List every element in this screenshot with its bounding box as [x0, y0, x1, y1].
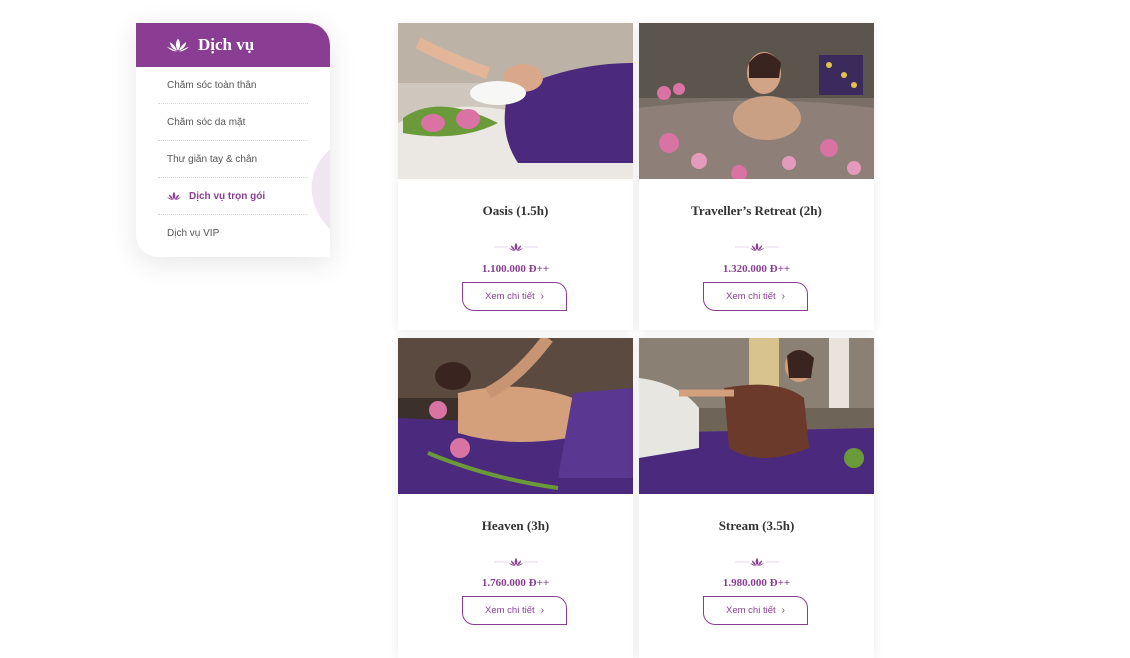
lotus-icon	[167, 191, 181, 201]
view-details-button[interactable]: Xem chi tiết ›	[703, 596, 808, 625]
sidebar-menu: Chăm sóc toàn thân Chăm sóc da mặt Thư g…	[136, 67, 330, 251]
service-price: 1.760.000 Đ++	[481, 577, 550, 589]
lotus-divider-icon	[493, 557, 538, 567]
service-title: Oasis (1.5h)	[482, 203, 549, 218]
service-title: Traveller’s Retreat (2h)	[691, 203, 822, 218]
sidebar-item-hand-foot-relax[interactable]: Thư giãn tay & chân	[158, 141, 308, 178]
sidebar-item-label: Chăm sóc da mặt	[167, 116, 246, 128]
sidebar-item-label: Dịch vụ trọn gói	[189, 190, 266, 202]
service-card: Heaven (3h) 1.760.000 Đ++ Xem chi tiết ›	[398, 338, 633, 658]
button-label: Xem chi tiết	[726, 605, 776, 616]
chevron-right-icon: ›	[781, 605, 785, 616]
button-label: Xem chi tiết	[726, 291, 776, 302]
sidebar-header: Dịch vụ	[136, 23, 330, 67]
view-details-button[interactable]: Xem chi tiết ›	[703, 282, 808, 311]
service-card: Stream (3.5h) 1.980.000 Đ++ Xem chi tiết…	[639, 338, 874, 658]
chevron-right-icon: ›	[781, 291, 785, 302]
sidebar-item-label: Dịch vụ VIP	[167, 227, 220, 239]
flower-bath-photo	[639, 23, 874, 179]
service-card: Traveller’s Retreat (2h) 1.320.000 Đ++ X…	[639, 23, 874, 330]
lotus-icon	[167, 37, 189, 53]
sidebar-title: Dịch vụ	[198, 35, 255, 54]
lotus-divider-icon	[734, 557, 779, 567]
chevron-right-icon: ›	[540, 605, 544, 616]
button-label: Xem chi tiết	[485, 291, 535, 302]
service-card: Oasis (1.5h) 1.100.000 Đ++ Xem chi tiết ›	[398, 23, 633, 330]
service-price: 1.980.000 Đ++	[722, 577, 791, 589]
chevron-right-icon: ›	[540, 291, 544, 302]
sidebar-item-full-body-care[interactable]: Chăm sóc toàn thân	[158, 67, 308, 104]
thai-stretch-photo	[639, 338, 874, 494]
service-price: 1.100.000 Đ++	[481, 263, 550, 275]
sidebar-item-label: Chăm sóc toàn thân	[167, 79, 257, 91]
sidebar-item-vip-services[interactable]: Dịch vụ VIP	[158, 215, 308, 251]
back-massage-photo	[398, 338, 633, 494]
sidebar-item-facial-care[interactable]: Chăm sóc da mặt	[158, 104, 308, 141]
lotus-divider-icon	[734, 242, 779, 252]
button-label: Xem chi tiết	[485, 605, 535, 616]
lotus-divider-icon	[493, 242, 538, 252]
view-details-button[interactable]: Xem chi tiết ›	[462, 596, 567, 625]
service-title: Heaven (3h)	[481, 518, 550, 533]
facial-massage-photo	[398, 23, 633, 179]
sidebar-item-package-services[interactable]: Dịch vụ trọn gói	[158, 178, 308, 215]
view-details-button[interactable]: Xem chi tiết ›	[462, 282, 567, 311]
services-sidebar: Dịch vụ Chăm sóc toàn thân Chăm sóc da m…	[136, 23, 330, 257]
sidebar-item-label: Thư giãn tay & chân	[167, 153, 258, 165]
service-title: Stream (3.5h)	[718, 518, 795, 533]
service-price: 1.320.000 Đ++	[722, 263, 791, 275]
